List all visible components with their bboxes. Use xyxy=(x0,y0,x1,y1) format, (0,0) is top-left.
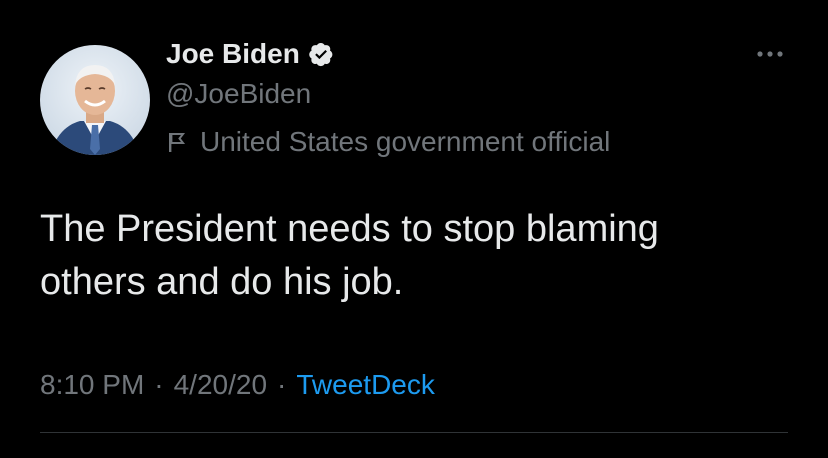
tweet-text: The President needs to stop blaming othe… xyxy=(40,203,800,309)
display-name[interactable]: Joe Biden xyxy=(166,38,300,70)
tweet-time[interactable]: 8:10 PM xyxy=(40,369,144,401)
government-label[interactable]: United States government official xyxy=(166,124,610,160)
tweet-header: Joe Biden @JoeBiden United States govern… xyxy=(166,36,610,160)
label-text: United States government official xyxy=(200,126,611,157)
meta-separator: · xyxy=(154,369,164,400)
tweet-text-line-1: The President needs to stop blaming xyxy=(40,208,659,250)
avatar[interactable] xyxy=(40,45,150,155)
meta-separator: · xyxy=(277,369,287,400)
flag-icon xyxy=(166,130,188,154)
tweet-metadata: 8:10 PM · 4/20/20 · TweetDeck xyxy=(40,365,435,405)
handle[interactable]: @JoeBiden xyxy=(166,76,610,112)
more-options-icon[interactable] xyxy=(752,46,788,62)
verified-badge-icon xyxy=(308,41,334,67)
avatar-image xyxy=(40,45,150,155)
tweet-card: Joe Biden @JoeBiden United States govern… xyxy=(0,0,828,458)
name-row: Joe Biden xyxy=(166,36,610,72)
tweet-text-line-2: others and do his job. xyxy=(40,261,404,303)
tweet-date[interactable]: 4/20/20 xyxy=(174,369,267,401)
tweet-source-link[interactable]: TweetDeck xyxy=(296,369,435,401)
divider xyxy=(40,432,788,433)
